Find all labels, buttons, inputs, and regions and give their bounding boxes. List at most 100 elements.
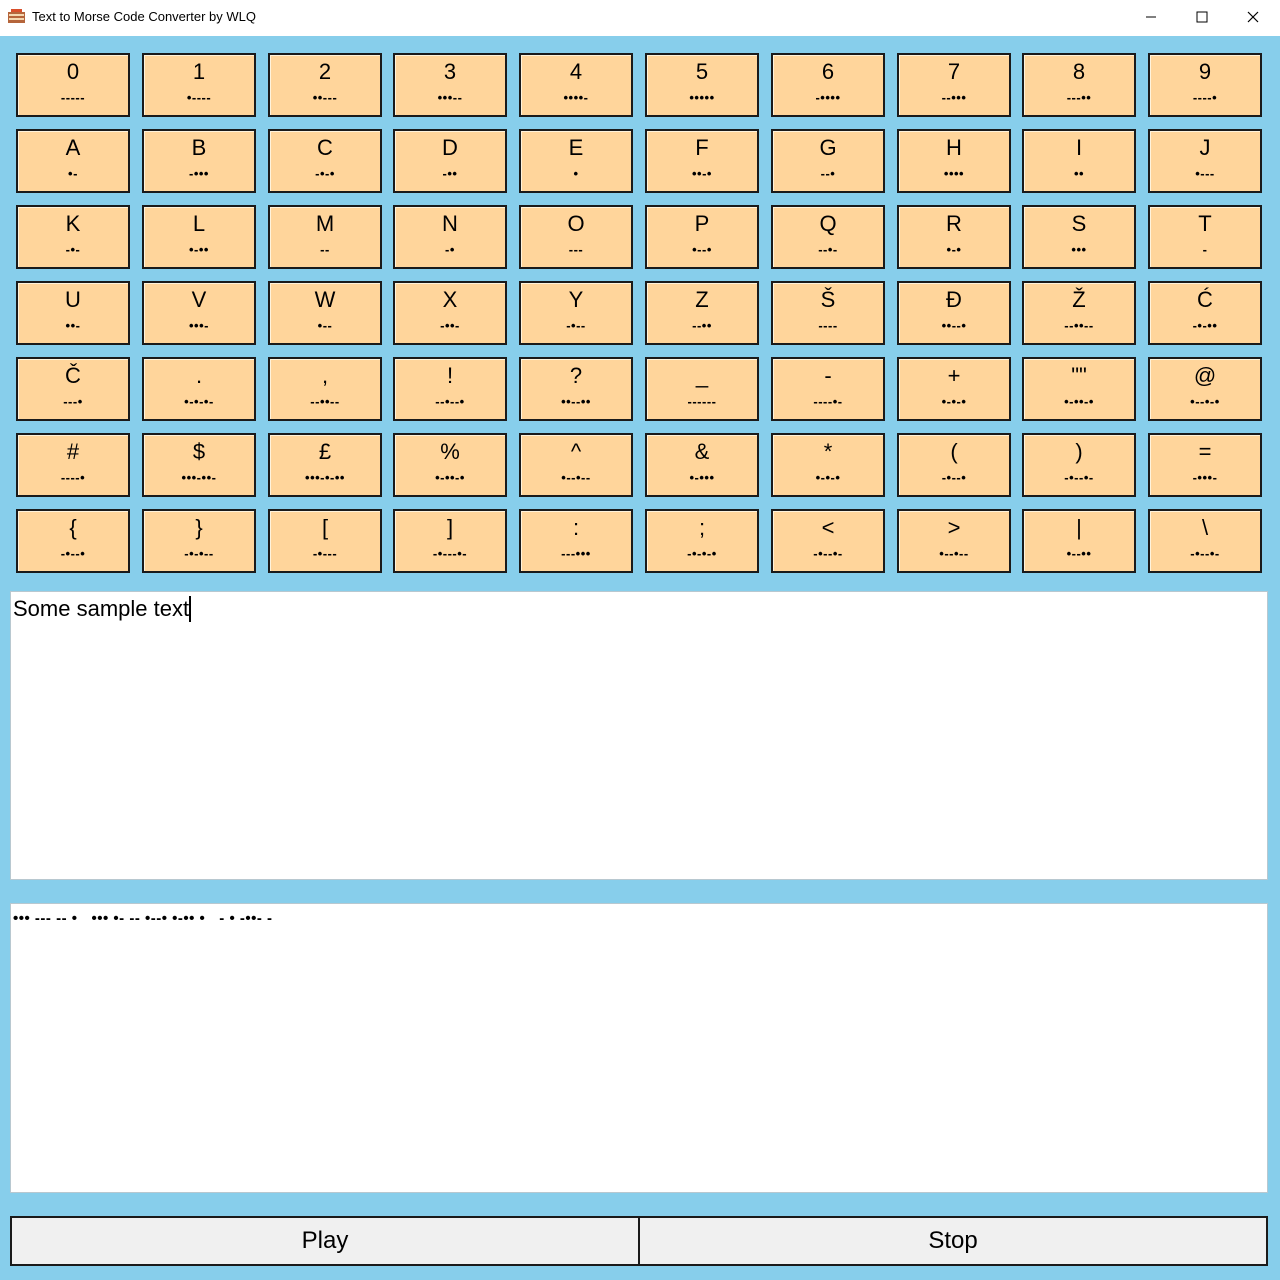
text-input[interactable]: Some sample text xyxy=(10,591,1268,880)
morse-key[interactable]: 0 ----- xyxy=(16,53,130,117)
morse-key[interactable]: * •-•-• xyxy=(771,433,885,497)
key-morse-code: •-•-• xyxy=(815,470,841,485)
morse-key[interactable]: T- xyxy=(1148,205,1262,269)
stop-button[interactable]: Stop xyxy=(638,1216,1268,1266)
morse-key[interactable]: 6 -•••• xyxy=(771,53,885,117)
morse-key[interactable]: V •••- xyxy=(142,281,256,345)
morse-key[interactable]: + •-•-• xyxy=(897,357,1011,421)
morse-key[interactable]: $ •••-••- xyxy=(142,433,256,497)
morse-key[interactable]: W •-- xyxy=(268,281,382,345)
morse-key[interactable]: C -•-• xyxy=(268,129,382,193)
morse-key[interactable]: H •••• xyxy=(897,129,1011,193)
maximize-button[interactable] xyxy=(1177,0,1227,34)
morse-key[interactable]: N -• xyxy=(393,205,507,269)
morse-key[interactable]: = -•••- xyxy=(1148,433,1262,497)
morse-key[interactable]: G --• xyxy=(771,129,885,193)
morse-key[interactable]: E • xyxy=(519,129,633,193)
morse-key[interactable]: 2 ••--- xyxy=(268,53,382,117)
morse-key[interactable]: 8 ---•• xyxy=(1022,53,1136,117)
morse-key[interactable]: J •--- xyxy=(1148,129,1262,193)
morse-key[interactable]: R •-• xyxy=(897,205,1011,269)
key-morse-code: •--•-- xyxy=(939,546,969,561)
morse-key[interactable]: 1 •---- xyxy=(142,53,256,117)
key-character: T xyxy=(1198,211,1212,236)
morse-key[interactable]: 7 --••• xyxy=(897,53,1011,117)
key-morse-code: -•-•• xyxy=(1192,318,1218,333)
close-button[interactable] xyxy=(1228,0,1278,34)
morse-key[interactable]: ? ••--•• xyxy=(519,357,633,421)
morse-key[interactable]: L •-•• xyxy=(142,205,256,269)
key-morse-code: ----- xyxy=(60,90,86,105)
key-morse-code: ••••- xyxy=(563,90,589,105)
morse-output[interactable]: ••• --- -- • ••• •- -- •--• •-•• • - • -… xyxy=(10,903,1268,1193)
morse-key[interactable]: M -- xyxy=(268,205,382,269)
key-morse-code: •--•-- xyxy=(561,470,591,485)
morse-key[interactable]: # ----• xyxy=(16,433,130,497)
morse-key[interactable]: {-•--• xyxy=(16,509,130,573)
morse-key[interactable]: O --- xyxy=(519,205,633,269)
morse-key[interactable]: [-•--- xyxy=(268,509,382,573)
morse-key[interactable]: Ć -•-•• xyxy=(1148,281,1262,345)
morse-key[interactable]: "" •-••-• xyxy=(1022,357,1136,421)
key-morse-code: -•--•- xyxy=(1064,470,1094,485)
key-morse-code: ---•• xyxy=(1066,90,1092,105)
key-morse-code: --••-- xyxy=(1064,318,1094,333)
morse-key[interactable]: I •• xyxy=(1022,129,1136,193)
morse-key[interactable]: > •--•-- xyxy=(897,509,1011,573)
morse-key[interactable]: 4 ••••- xyxy=(519,53,633,117)
key-morse-code: -•-•-• xyxy=(687,546,717,561)
morse-key[interactable]: U ••- xyxy=(16,281,130,345)
key-morse-code: •--•• xyxy=(1066,546,1092,561)
key-morse-code: -- xyxy=(320,242,330,257)
morse-key[interactable]: ^ •--•-- xyxy=(519,433,633,497)
key-morse-code: -•-•-- xyxy=(184,546,214,561)
morse-key[interactable]: P •--• xyxy=(645,205,759,269)
key-morse-code: -•-- xyxy=(566,318,586,333)
morse-key[interactable]: @ •--•-• xyxy=(1148,357,1262,421)
key-character: P xyxy=(694,211,710,236)
title-bar: Text to Morse Code Converter by WLQ xyxy=(0,0,1280,36)
morse-key[interactable]: X -••- xyxy=(393,281,507,345)
key-character: 7 xyxy=(947,59,961,84)
morse-key[interactable]: (-•--• xyxy=(897,433,1011,497)
morse-key[interactable]: , --••-- xyxy=(268,357,382,421)
morse-key[interactable]: & •-••• xyxy=(645,433,759,497)
morse-key[interactable]: ) -•--•- xyxy=(1022,433,1136,497)
play-button[interactable]: Play xyxy=(10,1216,640,1266)
morse-key[interactable]: D -•• xyxy=(393,129,507,193)
morse-key[interactable]: % •-••-• xyxy=(393,433,507,497)
morse-key[interactable]: Z --•• xyxy=(645,281,759,345)
morse-key[interactable]: \ -•--•- xyxy=(1148,509,1262,573)
morse-key[interactable]: Q --•- xyxy=(771,205,885,269)
morse-key[interactable]: K -•- xyxy=(16,205,130,269)
morse-key[interactable]: Š ---- xyxy=(771,281,885,345)
key-character: N xyxy=(442,211,458,236)
morse-key[interactable]: | •--•• xyxy=(1022,509,1136,573)
morse-key[interactable]: } -•-•-- xyxy=(142,509,256,573)
morse-key[interactable]: - ----•- xyxy=(771,357,885,421)
morse-key[interactable]: < -•--•- xyxy=(771,509,885,573)
morse-key[interactable]: ] -•---•- xyxy=(393,509,507,573)
key-morse-code: ••••• xyxy=(689,90,715,105)
morse-key[interactable]: F ••-• xyxy=(645,129,759,193)
key-character: \ xyxy=(1201,515,1209,540)
key-character: [ xyxy=(321,515,329,540)
morse-key[interactable]: 3 •••-- xyxy=(393,53,507,117)
morse-key[interactable]: A •- xyxy=(16,129,130,193)
morse-key[interactable]: : ---••• xyxy=(519,509,633,573)
morse-key[interactable]: S ••• xyxy=(1022,205,1136,269)
morse-key[interactable]: Č ---• xyxy=(16,357,130,421)
morse-key[interactable]: 5 ••••• xyxy=(645,53,759,117)
morse-key[interactable]: . •-•-•- xyxy=(142,357,256,421)
morse-key[interactable]: Y -•-- xyxy=(519,281,633,345)
morse-key[interactable]: Ž --••-- xyxy=(1022,281,1136,345)
minimize-button[interactable] xyxy=(1126,0,1176,34)
morse-key[interactable]: ; -•-•-• xyxy=(645,509,759,573)
morse-key[interactable]: ! --•--• xyxy=(393,357,507,421)
morse-key[interactable]: B -••• xyxy=(142,129,256,193)
morse-key[interactable]: £ •••-•-•• xyxy=(268,433,382,497)
key-morse-code: -•••- xyxy=(1192,470,1218,485)
morse-key[interactable]: Đ ••--• xyxy=(897,281,1011,345)
morse-key[interactable]: 9 ----• xyxy=(1148,53,1262,117)
morse-key[interactable]: _ ------ xyxy=(645,357,759,421)
